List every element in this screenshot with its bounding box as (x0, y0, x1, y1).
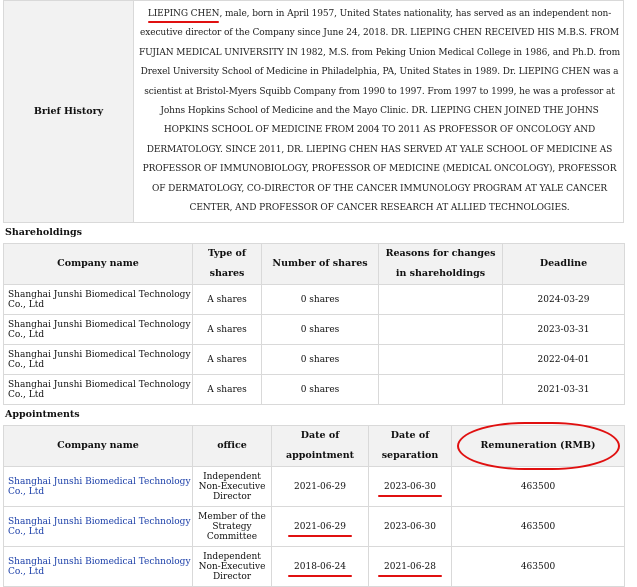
shareholdings-table: Company name Type of shares Number of sh… (3, 243, 625, 406)
profile-page: Brief History LIEPING CHEN, male, born i… (3, 0, 625, 587)
deadline: 2021-03-31 (502, 374, 625, 406)
separation-date-value: 2021-06-28 (378, 561, 442, 577)
deadline: 2022-04-01 (502, 344, 625, 376)
change-reason (378, 314, 503, 346)
share-type: A shares (192, 284, 262, 316)
table-row: Shanghai Junshi Biomedical Technology Co… (3, 284, 625, 316)
separation-date: 2023-06-30 (368, 466, 452, 508)
company-name: Shanghai Junshi Biomedical Technology Co… (3, 314, 193, 346)
office: Independent Non-Executive Director (192, 466, 272, 508)
col-number-of-shares: Number of shares (261, 243, 379, 286)
change-reason (378, 344, 503, 376)
deadline: 2023-03-31 (502, 314, 625, 346)
share-number: 0 shares (261, 284, 379, 316)
brief-history-label: Brief History (3, 0, 134, 224)
appointment-date-value: 2021-06-29 (288, 521, 352, 537)
remuneration: 463500 (451, 466, 625, 508)
table-row: Shanghai Junshi Biomedical Technology Co… (3, 314, 625, 346)
company-name: Shanghai Junshi Biomedical Technology Co… (3, 374, 193, 406)
share-type: A shares (192, 314, 262, 346)
col-date-of-appointment: Date of appointment (271, 425, 369, 468)
share-type: A shares (192, 374, 262, 406)
brief-history-body: , male, born in April 1957, United State… (138, 9, 621, 214)
col-deadline: Deadline (502, 243, 625, 286)
appointments-table: Company name office Date of appointment … (3, 422, 625, 587)
col-office: office (192, 425, 272, 468)
separation-date: 2021-06-28 (368, 546, 452, 587)
company-name: Shanghai Junshi Biomedical Technology Co… (3, 284, 193, 316)
col-remuneration: Remuneration (RMB) (451, 422, 625, 471)
table-row: Shanghai Junshi Biomedical Technology Co… (3, 344, 625, 376)
brief-history-text: LIEPING CHEN, male, born in April 1957, … (133, 0, 624, 224)
office: Independent Non-Executive Director (192, 546, 272, 587)
table-row: Shanghai Junshi Biomedical Technology Co… (3, 546, 625, 587)
change-reason (378, 374, 503, 406)
share-number: 0 shares (261, 344, 379, 376)
appointment-date: 2021-06-29 (271, 466, 369, 508)
col-company-name: Company name (3, 425, 193, 468)
shareholdings-title: Shareholdings (5, 227, 82, 239)
remuneration-header-label: Remuneration (RMB) (456, 422, 620, 471)
col-company-name: Company name (3, 243, 193, 286)
table-row: Shanghai Junshi Biomedical Technology Co… (3, 466, 625, 508)
separation-date-value: 2023-06-30 (378, 481, 442, 497)
appointment-date: 2018-06-24 (271, 546, 369, 587)
share-number: 0 shares (261, 374, 379, 406)
remuneration: 463500 (451, 546, 625, 587)
share-type: A shares (192, 344, 262, 376)
table-row: Shanghai Junshi Biomedical Technology Co… (3, 374, 625, 406)
deadline: 2024-03-29 (502, 284, 625, 316)
col-reasons-for-changes: Reasons for changes in shareholdings (378, 243, 503, 286)
col-date-of-separation: Date of separation (368, 425, 452, 468)
company-link[interactable]: Shanghai Junshi Biomedical Technology Co… (3, 466, 193, 508)
company-link[interactable]: Shanghai Junshi Biomedical Technology Co… (3, 546, 193, 587)
share-number: 0 shares (261, 314, 379, 346)
change-reason (378, 284, 503, 316)
col-type-of-shares: Type of shares (192, 243, 262, 286)
company-name: Shanghai Junshi Biomedical Technology Co… (3, 344, 193, 376)
appointment-date-value: 2018-06-24 (288, 561, 352, 577)
director-name: LIEPING CHEN (147, 9, 220, 19)
brief-history-table: Brief History LIEPING CHEN, male, born i… (3, 0, 624, 224)
